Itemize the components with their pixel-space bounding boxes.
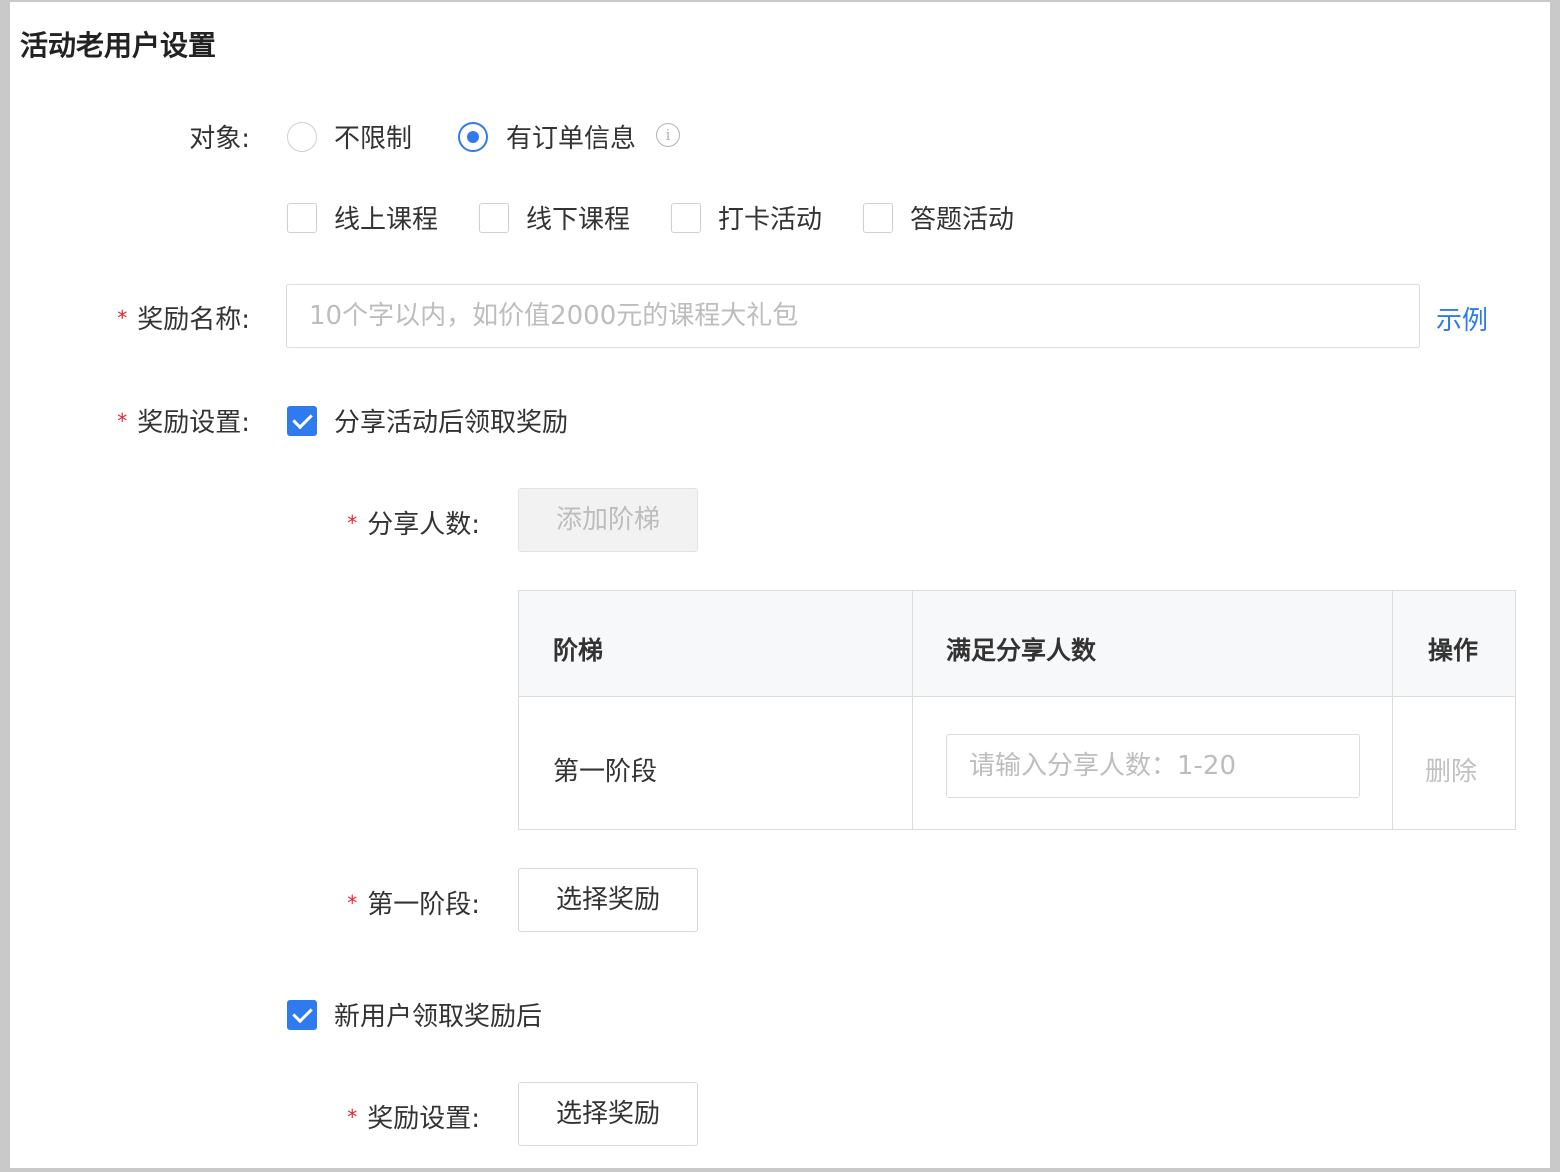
radio-unlimited-label[interactable]: 不限制	[334, 118, 412, 155]
share-count-label: * 分享人数:	[347, 510, 480, 540]
select-reward-button-new-user[interactable]: 选择奖励	[518, 1082, 698, 1146]
required-mark: *	[117, 409, 128, 433]
share-count-input[interactable]	[947, 735, 1359, 797]
table-row-tier: 第一阶段	[553, 757, 658, 787]
column-header-tier: 阶梯	[553, 636, 604, 665]
radio-has-order[interactable]	[458, 122, 488, 152]
target-label: 对象:	[189, 124, 250, 154]
delete-tier-button[interactable]: 删除	[1425, 751, 1477, 788]
required-mark: *	[347, 511, 358, 535]
example-link[interactable]: 示例	[1436, 300, 1488, 337]
checkbox-online-course-label[interactable]: 线上课程	[334, 199, 438, 236]
checkbox-quiz-activity[interactable]	[863, 203, 893, 233]
checkbox-quiz-activity-label[interactable]: 答题活动	[910, 199, 1014, 236]
checkbox-online-course[interactable]	[287, 203, 317, 233]
checkbox-checkin-activity[interactable]	[671, 203, 701, 233]
info-icon[interactable]: i	[656, 123, 680, 147]
add-tier-button[interactable]: 添加阶梯	[518, 488, 698, 552]
page-title: 活动老用户设置	[20, 29, 217, 62]
checkbox-checkin-activity-label[interactable]: 打卡活动	[718, 199, 822, 236]
tier-table: 阶梯 满足分享人数 操作 第一阶段 删除	[518, 590, 1516, 830]
share-count-field[interactable]	[946, 734, 1360, 798]
column-header-action: 操作	[1428, 636, 1479, 665]
column-divider	[1392, 591, 1393, 829]
column-divider	[912, 591, 913, 829]
required-mark: *	[347, 891, 358, 915]
stage-one-label: * 第一阶段:	[347, 890, 480, 920]
checkbox-share-reward[interactable]	[287, 406, 317, 436]
checkbox-offline-course[interactable]	[479, 203, 509, 233]
required-mark: *	[347, 1105, 358, 1129]
checkbox-new-user-reward-label[interactable]: 新用户领取奖励后	[334, 996, 542, 1033]
checkbox-offline-course-label[interactable]: 线下课程	[526, 199, 630, 236]
required-mark: *	[117, 306, 128, 330]
reward-name-field[interactable]	[286, 284, 1420, 348]
select-reward-button-stage-one[interactable]: 选择奖励	[518, 868, 698, 932]
radio-unlimited[interactable]	[287, 122, 317, 152]
reward-name-input[interactable]	[287, 285, 1419, 347]
reward-name-label: * 奖励名称:	[117, 305, 250, 335]
checkbox-share-reward-label[interactable]: 分享活动后领取奖励	[334, 402, 568, 439]
checkbox-new-user-reward[interactable]	[287, 1000, 317, 1030]
column-header-share-count: 满足分享人数	[946, 636, 1097, 665]
radio-has-order-label[interactable]: 有订单信息	[506, 118, 636, 155]
settings-panel: 活动老用户设置 对象: 不限制 有订单信息 i 线上课程 线下课程 打卡活动 答…	[10, 2, 1550, 1168]
new-user-reward-label: * 奖励设置:	[347, 1104, 480, 1134]
reward-settings-label: * 奖励设置:	[117, 408, 250, 438]
